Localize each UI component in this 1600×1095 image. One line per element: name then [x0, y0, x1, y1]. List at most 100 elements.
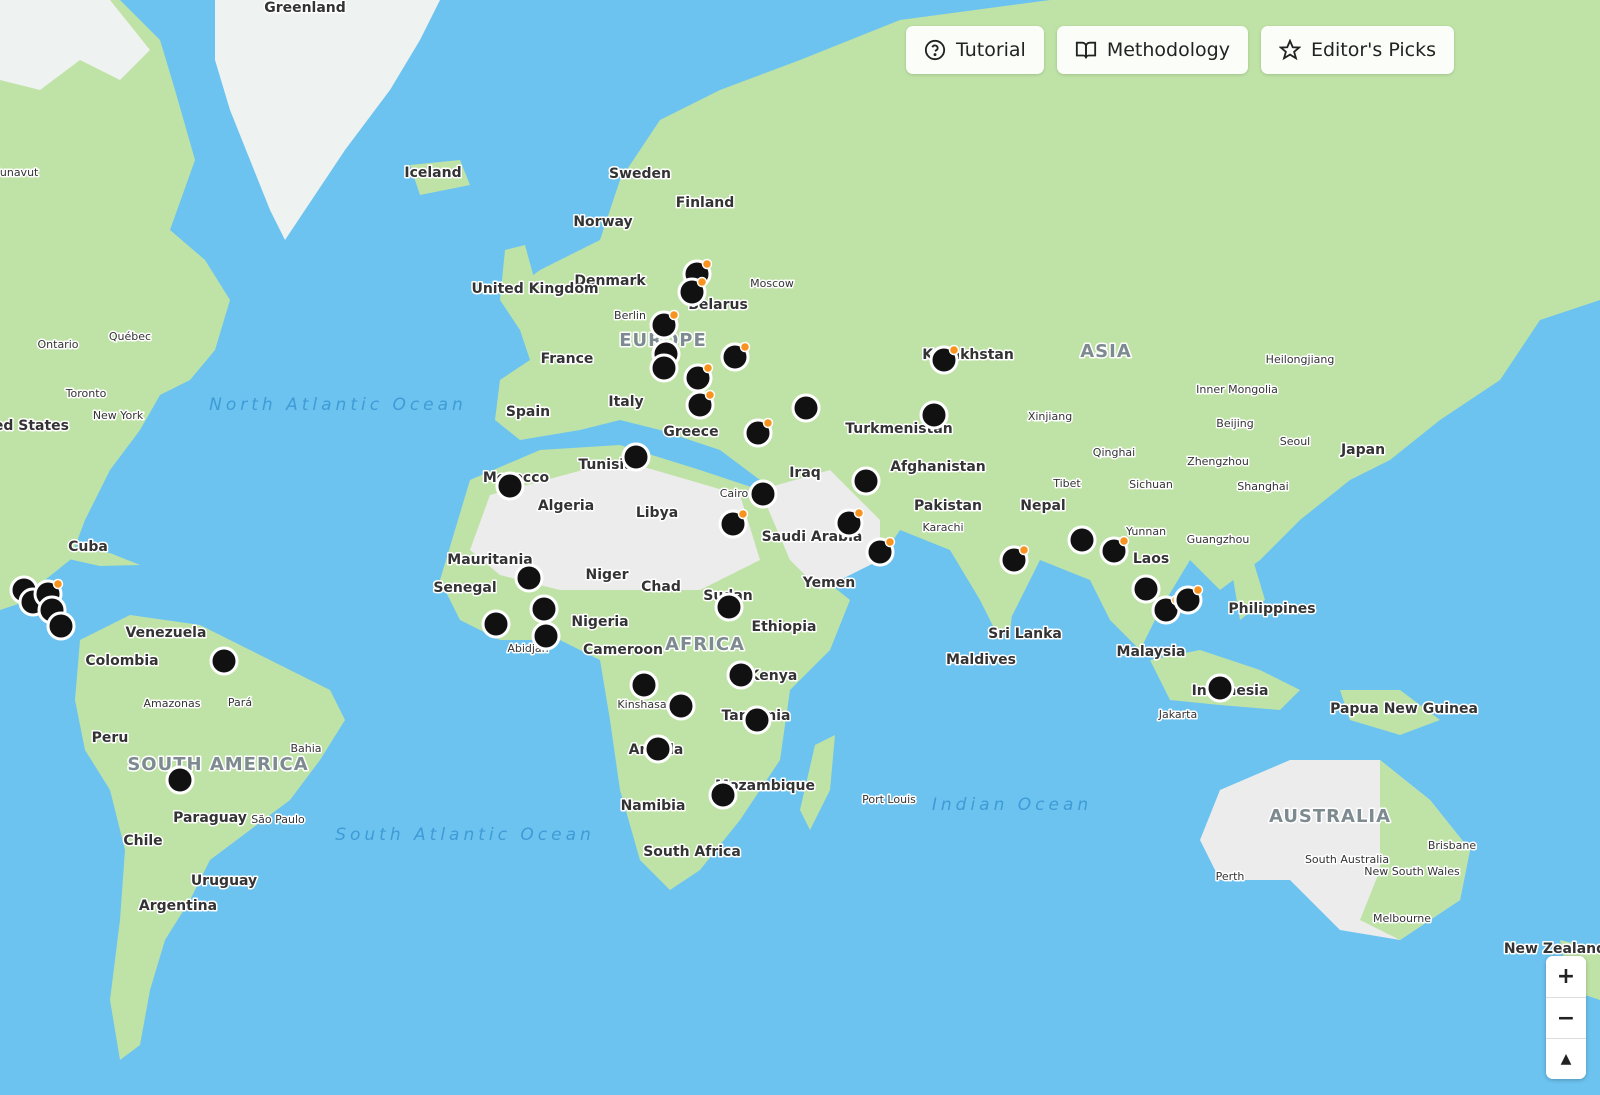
marker-dot [531, 621, 561, 651]
map-marker[interactable] [726, 660, 756, 690]
marker-alert-badge [853, 507, 865, 519]
map-label-seoul: Seoul [1280, 435, 1311, 448]
map-marker[interactable] [919, 400, 949, 430]
map-marker[interactable] [649, 353, 679, 383]
map-marker[interactable] [748, 479, 778, 509]
map-label-karachi: Karachi [922, 521, 963, 534]
marker-alert-badge [739, 341, 751, 353]
map-marker[interactable] [209, 646, 239, 676]
marker-dot [649, 353, 679, 383]
map-label-senegal: Senegal [433, 580, 496, 596]
map-label-pakistan: Pakistan [914, 498, 982, 514]
marker-dot [529, 594, 559, 624]
map-label-guangzhou: Guangzhou [1187, 533, 1250, 546]
map-label-indian-ocean: Indian Ocean [932, 795, 1092, 815]
map-marker[interactable] [46, 611, 76, 641]
map-label-sao-paulo: São Paulo [251, 813, 305, 826]
map-label-laos: Laos [1133, 551, 1169, 567]
map-label-new-york: New York [93, 409, 144, 422]
map-marker[interactable] [685, 389, 716, 420]
map-label-zhengzhou: Zhengzhou [1187, 455, 1249, 468]
map-marker[interactable] [649, 309, 680, 340]
map-marker[interactable] [1099, 535, 1130, 566]
map-label-japan: Japan [1340, 442, 1385, 458]
marker-alert-badge [702, 362, 714, 374]
map-marker[interactable] [643, 734, 673, 764]
marker-dot [1131, 574, 1161, 604]
map-label-melbourne: Melbourne [1373, 912, 1431, 925]
map-marker[interactable] [529, 594, 559, 624]
map-label-inner-mongolia: Inner Mongolia [1196, 383, 1278, 396]
map-label-port-louis: Port Louis [862, 793, 916, 806]
map-marker[interactable] [834, 507, 865, 538]
map-marker[interactable] [929, 344, 960, 375]
map-label-sweden: Sweden [609, 166, 671, 182]
compass-button[interactable]: ▲ [1546, 1038, 1586, 1079]
marker-dot [748, 479, 778, 509]
map-label-toronto: Toronto [65, 387, 107, 400]
map-label-norway: Norway [573, 214, 632, 230]
map-marker[interactable] [683, 362, 714, 393]
map-marker[interactable] [514, 563, 544, 593]
map-marker[interactable] [677, 276, 708, 307]
open-book-icon [1075, 41, 1096, 59]
map-label-xinjiang: Xinjiang [1028, 410, 1072, 423]
zoom-out-button[interactable]: − [1546, 997, 1586, 1038]
tutorial-label: Tutorial [955, 39, 1026, 61]
map-label-iraq: Iraq [789, 465, 821, 481]
map-label-tibet: Tibet [1052, 477, 1081, 490]
map-marker[interactable] [1205, 673, 1235, 703]
map-marker[interactable] [666, 691, 696, 721]
marker-alert-badge [737, 508, 749, 520]
marker-dot [209, 646, 239, 676]
zoom-in-button[interactable]: + [1546, 956, 1586, 997]
map-label-cameroon: Cameroon [583, 642, 663, 658]
map-label-venezuela: Venezuela [126, 625, 207, 641]
marker-alert-badge [948, 344, 960, 356]
map-label-australia: AUSTRALIA [1269, 806, 1391, 827]
map-label-peru: Peru [92, 730, 129, 746]
map-marker[interactable] [865, 536, 896, 567]
map-marker[interactable] [621, 442, 651, 472]
marker-alert-badge [704, 389, 716, 401]
map-marker[interactable] [720, 341, 751, 372]
map-marker[interactable] [999, 544, 1030, 575]
marker-alert-badge [1192, 584, 1204, 596]
map-marker[interactable] [531, 621, 561, 651]
map-marker[interactable] [629, 670, 659, 700]
map-label-kinshasa: Kinshasa [617, 698, 666, 711]
map-label-beijing: Beijing [1216, 417, 1253, 430]
world-map[interactable]: GreenlandIceland SwedenFinlandNorwayDenma… [0, 0, 1600, 1095]
map-label-para: Pará [228, 696, 252, 709]
marker-dot [851, 466, 881, 496]
map-label-cairo: Cairo [720, 487, 749, 500]
map-label-ontario: Ontario [38, 338, 79, 351]
map-label-mauritania: Mauritania [447, 552, 532, 568]
map-marker[interactable] [165, 765, 195, 795]
map-label-jakarta: Jakarta [1158, 708, 1197, 721]
map-marker[interactable] [791, 393, 821, 423]
map-label-spain: Spain [506, 404, 550, 420]
map-marker[interactable] [1067, 525, 1097, 555]
map-marker[interactable] [742, 705, 772, 735]
tutorial-button[interactable]: Tutorial [905, 26, 1044, 74]
map-marker[interactable] [714, 592, 744, 622]
map-label-paraguay: Paraguay [173, 810, 247, 826]
map-label-nunavut: Nunavut [0, 166, 39, 179]
map-marker[interactable] [718, 508, 749, 539]
map-label-south-america: SOUTH AMERICA [127, 754, 308, 775]
map-marker[interactable] [1173, 584, 1204, 615]
map-marker[interactable] [481, 609, 511, 639]
marker-dot [481, 609, 511, 639]
star-icon [1278, 39, 1301, 61]
map-label-nz: New Zealand [1504, 941, 1600, 957]
map-label-south-atlantic: South Atlantic Ocean [335, 825, 595, 845]
map-marker[interactable] [1131, 574, 1161, 604]
map-marker[interactable] [708, 780, 738, 810]
methodology-button[interactable]: Methodology [1056, 26, 1248, 74]
map-marker[interactable] [743, 417, 774, 448]
editors-picks-label: Editor's Picks [1310, 39, 1436, 61]
map-marker[interactable] [495, 471, 525, 501]
map-marker[interactable] [851, 466, 881, 496]
editors-picks-button[interactable]: Editor's Picks [1260, 26, 1454, 74]
